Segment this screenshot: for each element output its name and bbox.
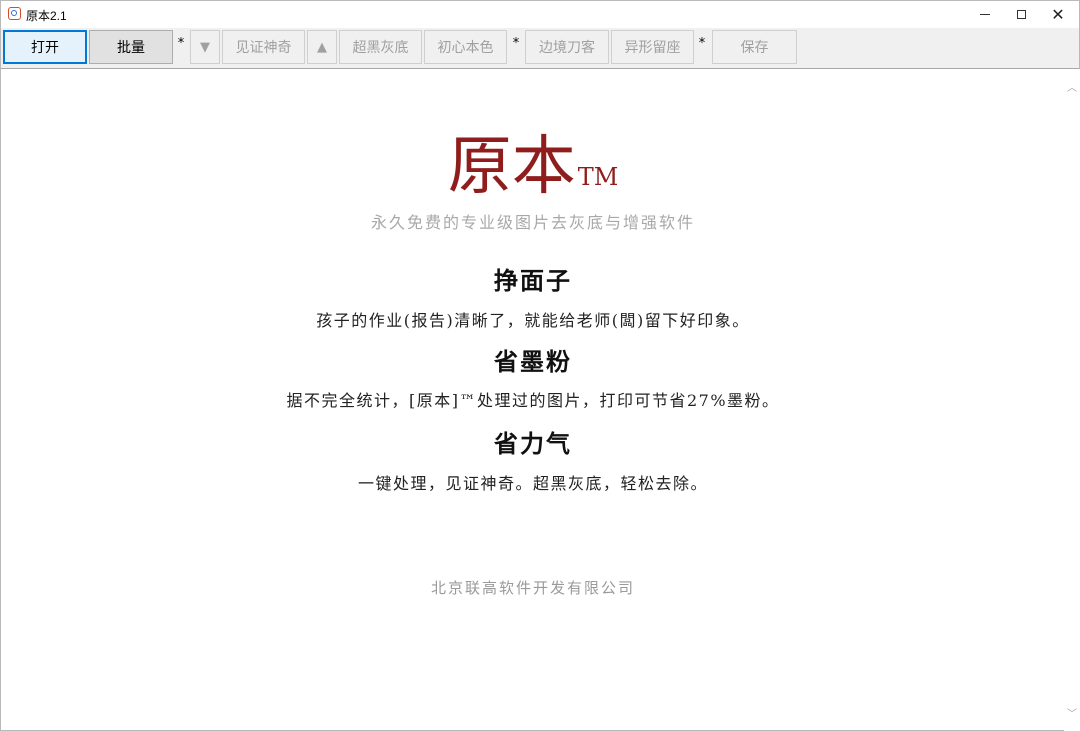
close-button[interactable]: ✕ [1035,1,1080,28]
brand-title: 原本TM [1,127,1065,207]
close-icon: ✕ [1051,5,1065,24]
original-color-button[interactable]: 初心本色 [424,30,507,64]
toolbar: 打开 批量 * ▼ 见证神奇 ▲ 超黑灰底 初心本色 * 边境刀客 异形留座 *… [1,28,1079,69]
content-area: 原本TM 永久免费的专业级图片去灰底与增强软件 挣面子 孩子的作业(报告)清晰了… [1,69,1065,730]
scroll-down-icon[interactable]: ﹀ [1064,703,1080,721]
decrease-button[interactable]: ▼ [190,30,220,64]
brand-trademark: TM [577,163,619,191]
save-button[interactable]: 保存 [712,30,797,64]
section-text: 据不完全统计，[原本]™处理过的图片，打印可节省27%墨粉。 [286,391,780,410]
app-window: 原本2.1 ✕ 打开 批量 * ▼ 见证神奇 ▲ 超黑灰底 初心本色 * 边境刀… [0,0,1080,731]
toolbar-separator: * [177,36,185,51]
app-logo-icon [8,7,21,20]
minimize-icon [980,14,990,15]
open-button[interactable]: 打开 [3,30,87,64]
scroll-up-icon[interactable]: ︿ [1064,77,1080,95]
title-bar: 原本2.1 ✕ [1,1,1079,28]
section-heading: 省墨粉 [494,347,572,376]
witness-magic-button[interactable]: 见证神奇 [222,30,305,64]
toolbar-separator: * [512,36,520,51]
border-crop-button[interactable]: 边境刀客 [525,30,609,64]
window-title: 原本2.1 [26,9,67,23]
shape-keep-button[interactable]: 异形留座 [611,30,694,64]
toolbar-separator: * [698,36,706,51]
tagline: 永久免费的专业级图片去灰底与增强软件 [370,213,695,232]
increase-button[interactable]: ▲ [307,30,337,64]
company-name: 北京联高软件开发有限公司 [430,579,635,597]
batch-button[interactable]: 批量 [89,30,173,64]
section-text: 一键处理，见证神奇。超黑灰底，轻松去除。 [357,474,708,493]
section-text: 孩子的作业(报告)清晰了，就能给老师(闆)留下好印象。 [316,311,750,330]
super-black-button[interactable]: 超黑灰底 [339,30,422,64]
section-heading: 省力气 [494,429,572,458]
maximize-icon [1016,10,1026,19]
vertical-scrollbar[interactable]: ︿ ﹀ [1064,69,1080,731]
section-heading: 挣面子 [494,266,572,295]
brand-name: 原本 [447,130,576,204]
